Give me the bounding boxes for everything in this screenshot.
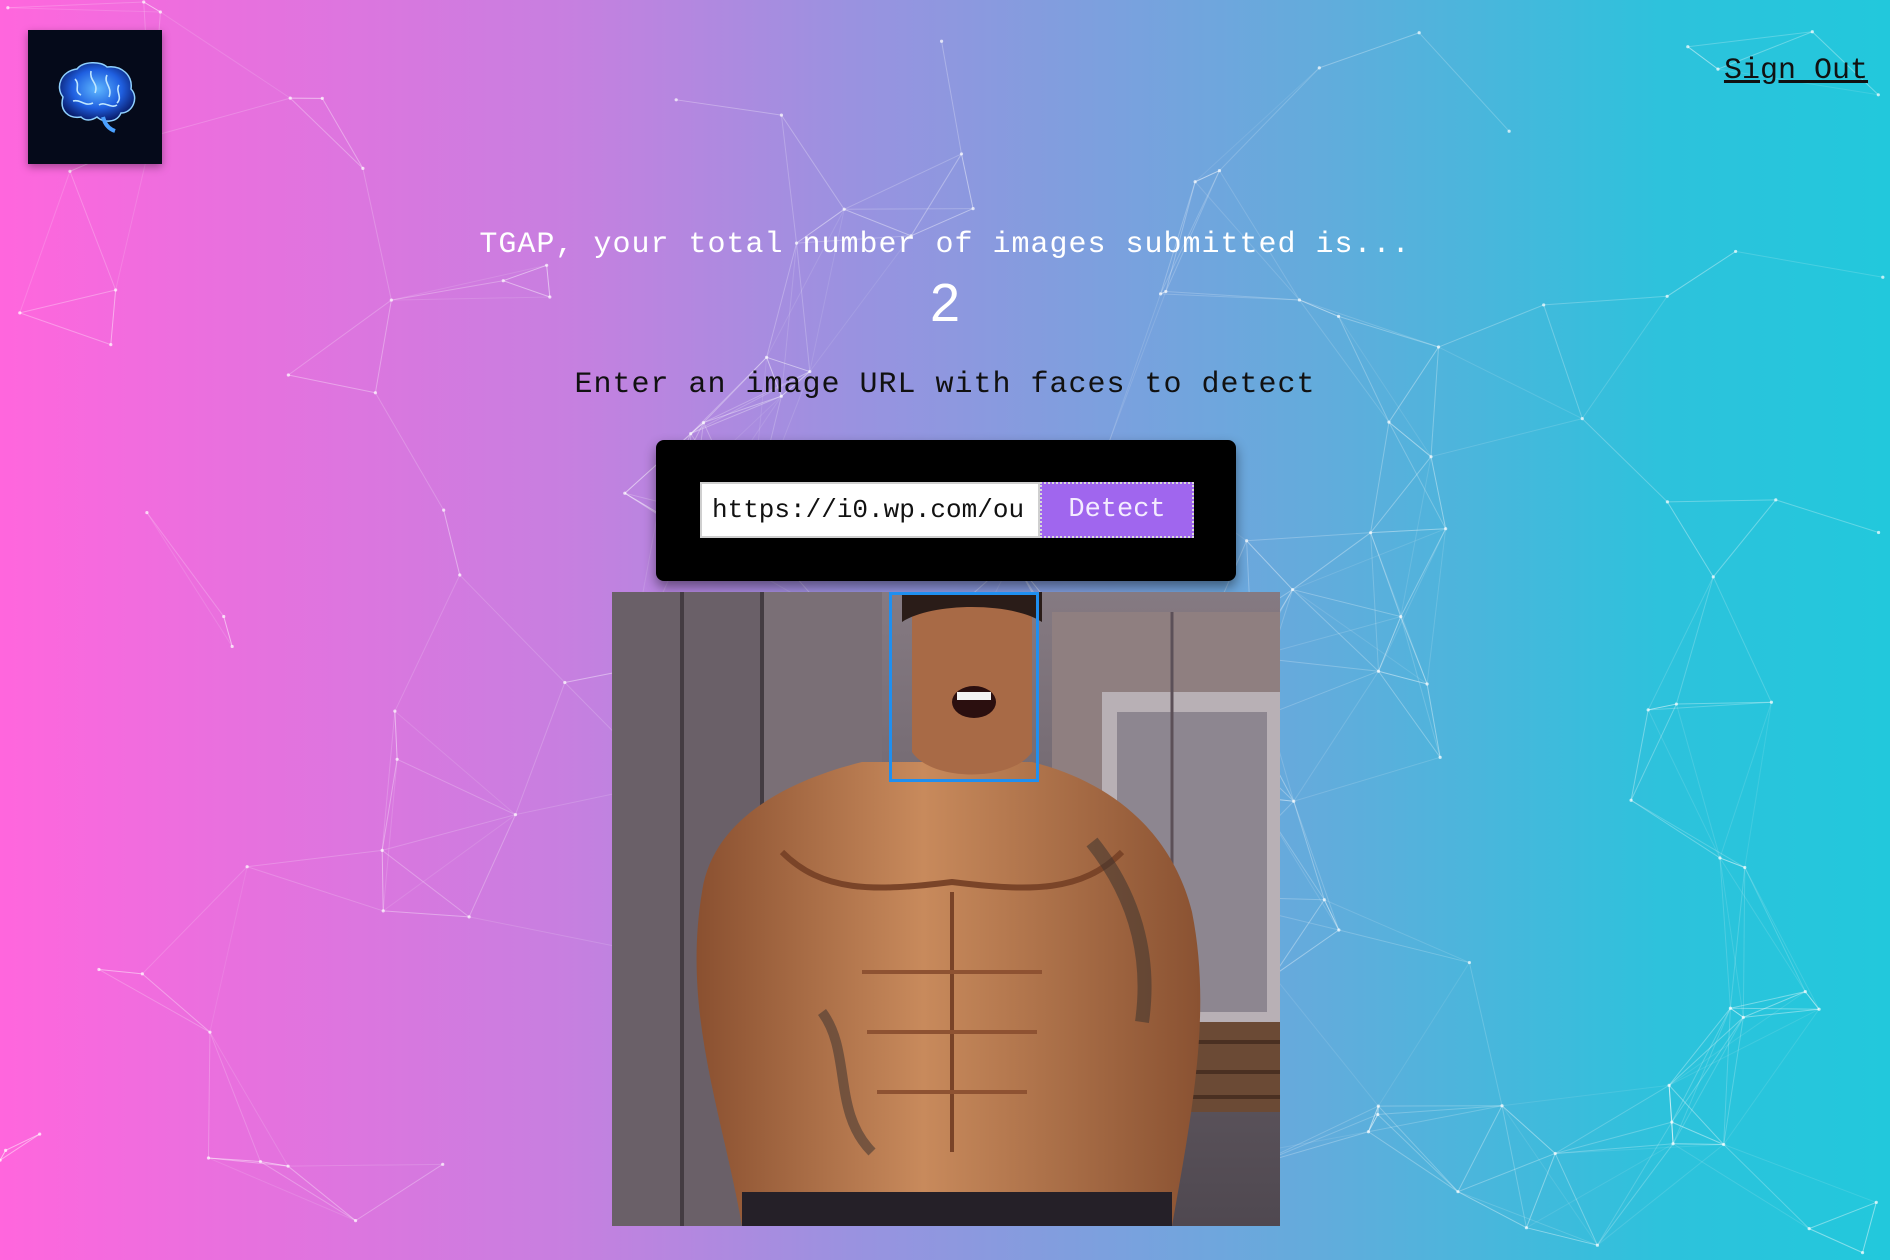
face-bounding-box xyxy=(889,592,1039,782)
rank-count: 2 xyxy=(929,273,961,333)
brain-logo xyxy=(28,30,162,164)
image-url-form: Detect xyxy=(656,440,1236,581)
image-url-input[interactable] xyxy=(700,482,1040,538)
rank-message: TGAP, your total number of images submit… xyxy=(479,228,1411,262)
brain-icon xyxy=(58,62,136,133)
sign-out-link[interactable]: Sign Out xyxy=(1724,54,1868,88)
detect-button[interactable]: Detect xyxy=(1040,482,1194,538)
result-image xyxy=(612,592,1280,1226)
form-prompt: Enter an image URL with faces to detect xyxy=(574,368,1316,402)
